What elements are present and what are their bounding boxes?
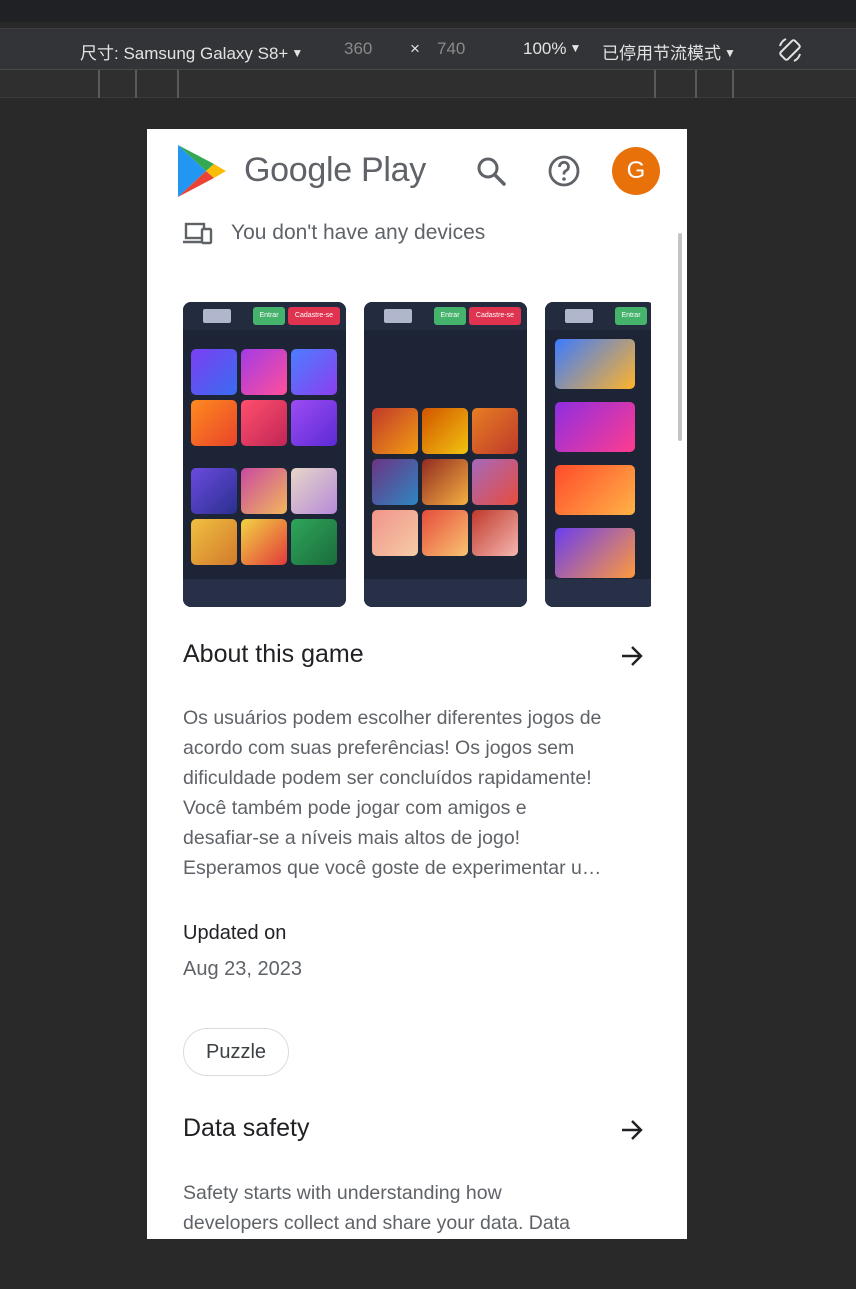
caret-down-icon: ▼ bbox=[724, 46, 736, 60]
device-viewport: Google Play G You don't have any devices… bbox=[147, 129, 687, 1239]
updated-date: Aug 23, 2023 bbox=[183, 958, 302, 980]
screenshot-carousel[interactable]: Entrar Cadastre-se Entrar Cadastre-se En… bbox=[183, 302, 651, 608]
devices-notice-text: You don't have any devices bbox=[231, 221, 486, 244]
data-safety-arrow-icon[interactable] bbox=[619, 1117, 645, 1143]
screenshot-signup-button: Cadastre-se bbox=[469, 307, 521, 325]
throttle-label: 已停用节流模式 bbox=[602, 44, 721, 63]
screenshot-login-button: Entrar bbox=[434, 307, 466, 325]
about-line: dificuldade podem ser concluídos rapidam… bbox=[183, 767, 592, 789]
about-title[interactable]: About this game bbox=[183, 640, 364, 669]
search-icon[interactable] bbox=[473, 153, 509, 189]
data-safety-line: Safety starts with understanding how bbox=[183, 1182, 502, 1204]
zoom-select[interactable]: 100% ▼ bbox=[523, 39, 581, 59]
play-header: Google Play G bbox=[147, 129, 687, 213]
devices-icon bbox=[183, 222, 213, 245]
devtools-top-strip bbox=[0, 0, 856, 22]
caret-down-icon: ▼ bbox=[291, 46, 304, 60]
screenshot-3[interactable]: Entrar bbox=[545, 302, 651, 607]
account-avatar[interactable]: G bbox=[612, 147, 660, 195]
height-input[interactable]: 740 bbox=[437, 39, 465, 59]
throttle-select[interactable]: 已停用节流模式 ▼ bbox=[602, 39, 736, 64]
dimension-times: × bbox=[410, 39, 420, 58]
zoom-label: 100% bbox=[523, 39, 567, 58]
media-query-ruler bbox=[0, 70, 856, 98]
scrollbar[interactable] bbox=[678, 233, 682, 441]
screenshot-signup-button: Cadastre-se bbox=[288, 307, 340, 325]
help-icon[interactable] bbox=[546, 153, 582, 189]
data-safety-line: developers collect and share your data. … bbox=[183, 1212, 570, 1234]
about-arrow-icon[interactable] bbox=[619, 643, 645, 669]
screenshot-1[interactable]: Entrar Cadastre-se bbox=[183, 302, 346, 607]
about-description: Os usuários podem escolher diferentes jo… bbox=[183, 703, 653, 883]
device-toolbar: 尺寸: Samsung Galaxy S8+ ▼ 360 × 740 100% ▼ … bbox=[0, 28, 856, 70]
about-line: Esperamos que você goste de experimentar… bbox=[183, 857, 602, 879]
category-chip[interactable]: Puzzle bbox=[183, 1028, 290, 1076]
updated-label: Updated on bbox=[183, 922, 287, 944]
rotate-icon[interactable] bbox=[776, 36, 804, 69]
screenshot-login-button: Entrar bbox=[615, 307, 647, 325]
width-input[interactable]: 360 bbox=[344, 39, 372, 59]
about-line: acordo com suas preferências! Os jogos s… bbox=[183, 737, 575, 759]
device-select[interactable]: 尺寸: Samsung Galaxy S8+ ▼ bbox=[80, 39, 303, 64]
data-safety-description: Safety starts with understanding how dev… bbox=[183, 1178, 653, 1238]
about-line: Você também pode jogar com amigos e bbox=[183, 797, 527, 819]
device-label: 尺寸: Samsung Galaxy S8+ bbox=[80, 44, 289, 63]
about-line: desafiar-se a níveis mais altos de jogo! bbox=[183, 827, 521, 849]
data-safety-title[interactable]: Data safety bbox=[183, 1114, 309, 1143]
caret-down-icon: ▼ bbox=[569, 41, 582, 55]
screenshot-2[interactable]: Entrar Cadastre-se bbox=[364, 302, 527, 607]
google-play-logo-icon[interactable] bbox=[176, 143, 228, 204]
about-line: Os usuários podem escolher diferentes jo… bbox=[183, 707, 602, 729]
play-title[interactable]: Google Play bbox=[244, 151, 426, 190]
screenshot-login-button: Entrar bbox=[253, 307, 285, 325]
